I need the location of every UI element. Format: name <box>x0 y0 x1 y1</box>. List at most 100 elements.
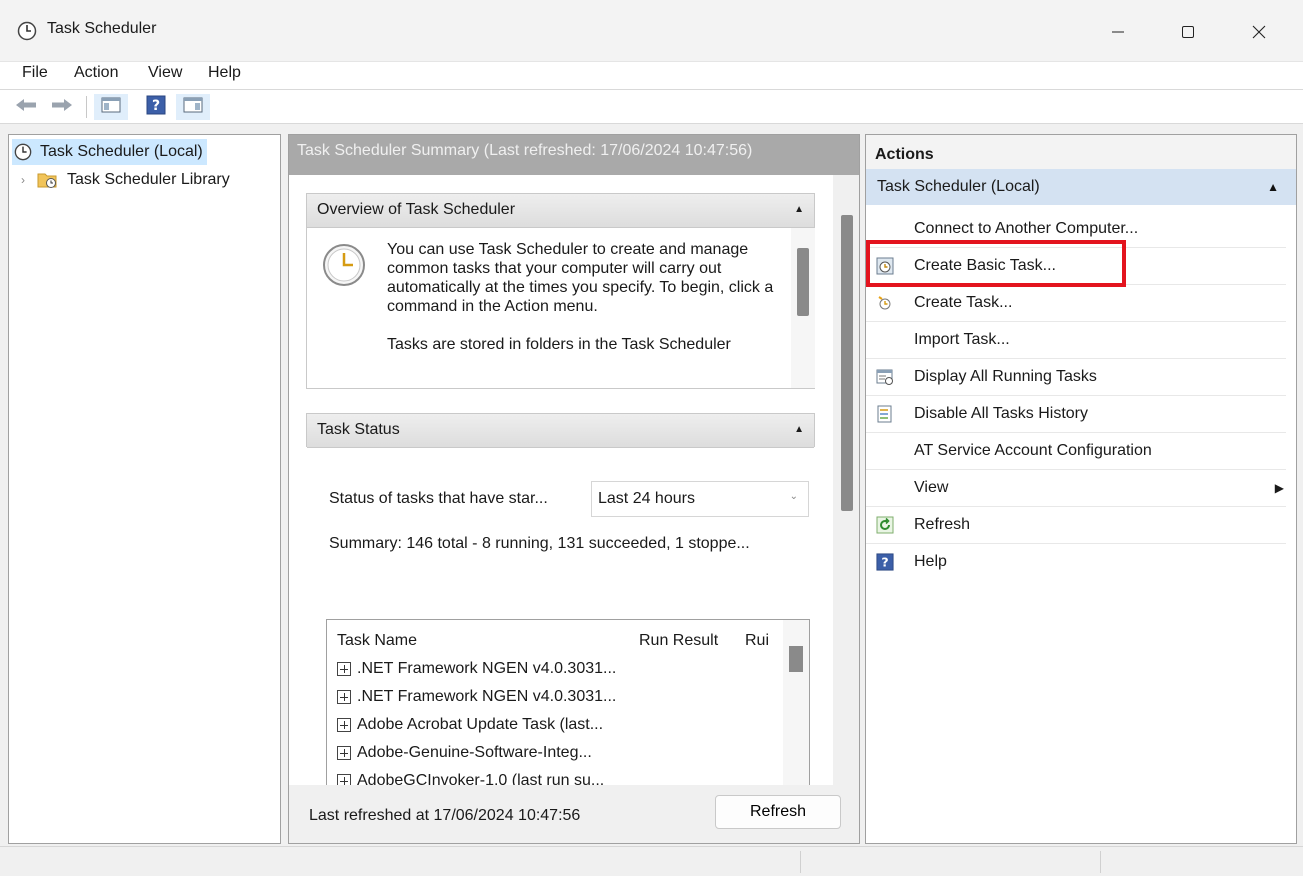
action-label: Refresh <box>914 516 971 533</box>
toolbar: ? <box>0 90 1303 124</box>
action-refresh[interactable]: Refresh <box>866 507 1286 544</box>
action-label: Disable All Tasks History <box>914 405 1088 422</box>
show-hide-console-tree-button[interactable] <box>94 94 128 120</box>
tree-item-task-scheduler-library[interactable]: › Task Scheduler Library <box>21 167 230 193</box>
collapse-icon[interactable]: ▲ <box>794 424 804 435</box>
toolbar-separator <box>86 96 87 118</box>
status-period-dropdown[interactable]: Last 24 hours ⌄ <box>591 481 809 517</box>
tree-item-label: Task Scheduler Library <box>67 171 230 188</box>
console-tree: Task Scheduler (Local) › Task Scheduler … <box>8 134 281 844</box>
column-header-task-name[interactable]: Task Name <box>337 632 417 650</box>
actions-group-label: Task Scheduler (Local) <box>877 178 1040 195</box>
task-row-label: .NET Framework NGEN v4.0.3031... <box>357 688 617 705</box>
action-disable-all-tasks-history[interactable]: Disable All Tasks History <box>866 396 1286 433</box>
help-toolbar-button[interactable]: ? <box>142 94 170 120</box>
show-hide-action-pane-button[interactable] <box>176 94 210 120</box>
task-status-section-header[interactable]: Task Status ▲ <box>307 414 814 448</box>
action-import-task[interactable]: Import Task... <box>866 322 1286 359</box>
forward-button[interactable] <box>46 94 78 120</box>
chevron-right-icon[interactable]: › <box>21 173 25 187</box>
status-bar-divider <box>1100 851 1101 873</box>
expand-icon[interactable] <box>337 662 351 676</box>
overview-section: Overview of Task Scheduler ▲ You can use… <box>306 193 815 389</box>
title-bar: Task Scheduler <box>0 0 1303 62</box>
expand-icon[interactable] <box>337 718 351 732</box>
task-row[interactable]: .NET Framework NGEN v4.0.3031... <box>337 688 616 706</box>
refresh-icon <box>876 516 894 534</box>
overview-section-header[interactable]: Overview of Task Scheduler ▲ <box>307 194 814 228</box>
action-label: AT Service Account Configuration <box>914 442 1152 459</box>
collapse-icon[interactable]: ▲ <box>1267 180 1279 194</box>
task-list-scrollbar[interactable] <box>783 620 809 788</box>
task-row-label: Adobe Acrobat Update Task (last... <box>357 716 604 733</box>
folder-clock-icon <box>37 171 59 189</box>
running-tasks-icon <box>876 368 894 386</box>
last-refreshed-text: Last refreshed at 17/06/2024 10:47:56 <box>309 807 581 824</box>
task-status-list: Task Name Run Result Rui .NET Framework … <box>326 619 810 789</box>
window-title: Task Scheduler <box>47 20 157 37</box>
help-icon: ? <box>876 553 894 571</box>
action-label: Connect to Another Computer... <box>914 220 1139 237</box>
dropdown-value: Last 24 hours <box>598 490 695 507</box>
back-button[interactable] <box>10 94 42 120</box>
actions-group-header[interactable]: Task Scheduler (Local) ▲ <box>866 169 1296 205</box>
tree-item-task-scheduler-local[interactable]: Task Scheduler (Local) <box>12 139 207 165</box>
forward-arrow-icon <box>50 97 74 118</box>
task-status-title: Task Status <box>317 421 400 438</box>
summary-scrollbar[interactable] <box>833 175 859 787</box>
maximize-button[interactable] <box>1165 12 1211 52</box>
menu-file[interactable]: File <box>20 64 50 82</box>
action-create-task[interactable]: Create Task... <box>866 285 1286 322</box>
column-header-run-result[interactable]: Run Result <box>639 632 718 650</box>
summary-footer: Last refreshed at 17/06/2024 10:47:56 Re… <box>289 785 859 843</box>
clock-large-icon <box>321 242 367 293</box>
submenu-arrow-icon: ▶ <box>1274 481 1284 495</box>
help-icon: ? <box>146 95 166 120</box>
tasks-history-icon <box>876 405 894 423</box>
action-display-all-running-tasks[interactable]: Display All Running Tasks <box>866 359 1286 396</box>
show-hide-action-pane-icon <box>183 96 203 119</box>
collapse-icon[interactable]: ▲ <box>794 204 804 215</box>
overview-body: You can use Task Scheduler to create and… <box>307 228 791 388</box>
action-help[interactable]: ? Help <box>866 544 1286 581</box>
expand-icon[interactable] <box>337 690 351 704</box>
task-summary: Summary: 146 total - 8 running, 131 succ… <box>329 535 750 552</box>
overview-scrollbar[interactable] <box>791 228 815 388</box>
main-area: Task Scheduler (Local) › Task Scheduler … <box>0 124 1303 846</box>
task-row[interactable]: Adobe-Genuine-Software-Integ... <box>337 744 592 762</box>
refresh-button[interactable]: Refresh <box>715 795 841 829</box>
task-row-label: Adobe-Genuine-Software-Integ... <box>357 744 592 761</box>
svg-text:?: ? <box>881 555 888 570</box>
status-period-label: Status of tasks that have star... <box>329 490 548 507</box>
scrollbar-thumb[interactable] <box>789 646 803 672</box>
task-row[interactable]: Adobe Acrobat Update Task (last... <box>337 716 603 734</box>
action-view[interactable]: View ▶ <box>866 470 1286 507</box>
expand-icon[interactable] <box>337 746 351 760</box>
summary-content: Overview of Task Scheduler ▲ You can use… <box>289 175 859 789</box>
status-bar <box>0 846 1303 876</box>
clock-icon <box>14 143 32 161</box>
overview-paragraph: You can use Task Scheduler to create and… <box>387 241 774 315</box>
task-row-label: .NET Framework NGEN v4.0.3031... <box>357 660 617 677</box>
tree-item-label: Task Scheduler (Local) <box>40 143 203 160</box>
action-label: Help <box>914 553 947 570</box>
chevron-down-icon: ⌄ <box>789 491 798 502</box>
overview-text: You can use Task Scheduler to create and… <box>387 240 782 373</box>
minimize-button[interactable] <box>1095 12 1141 52</box>
svg-text:?: ? <box>152 98 160 114</box>
menu-help[interactable]: Help <box>206 64 243 82</box>
menu-action[interactable]: Action <box>72 64 120 82</box>
overview-paragraph: Tasks are stored in folders in the Task … <box>387 336 731 353</box>
action-at-service-account-configuration[interactable]: AT Service Account Configuration <box>866 433 1286 470</box>
column-header-run-start[interactable]: Rui <box>745 632 777 650</box>
clock-app-icon <box>17 21 37 41</box>
show-hide-console-tree-icon <box>101 96 121 119</box>
close-button[interactable] <box>1236 12 1282 52</box>
task-status-section: Task Status ▲ <box>306 413 815 448</box>
task-row[interactable]: .NET Framework NGEN v4.0.3031... <box>337 660 616 678</box>
menu-view[interactable]: View <box>146 64 184 82</box>
create-task-icon <box>876 294 894 312</box>
scrollbar-thumb[interactable] <box>841 215 853 511</box>
status-bar-divider <box>800 851 801 873</box>
scrollbar-thumb[interactable] <box>797 248 809 316</box>
